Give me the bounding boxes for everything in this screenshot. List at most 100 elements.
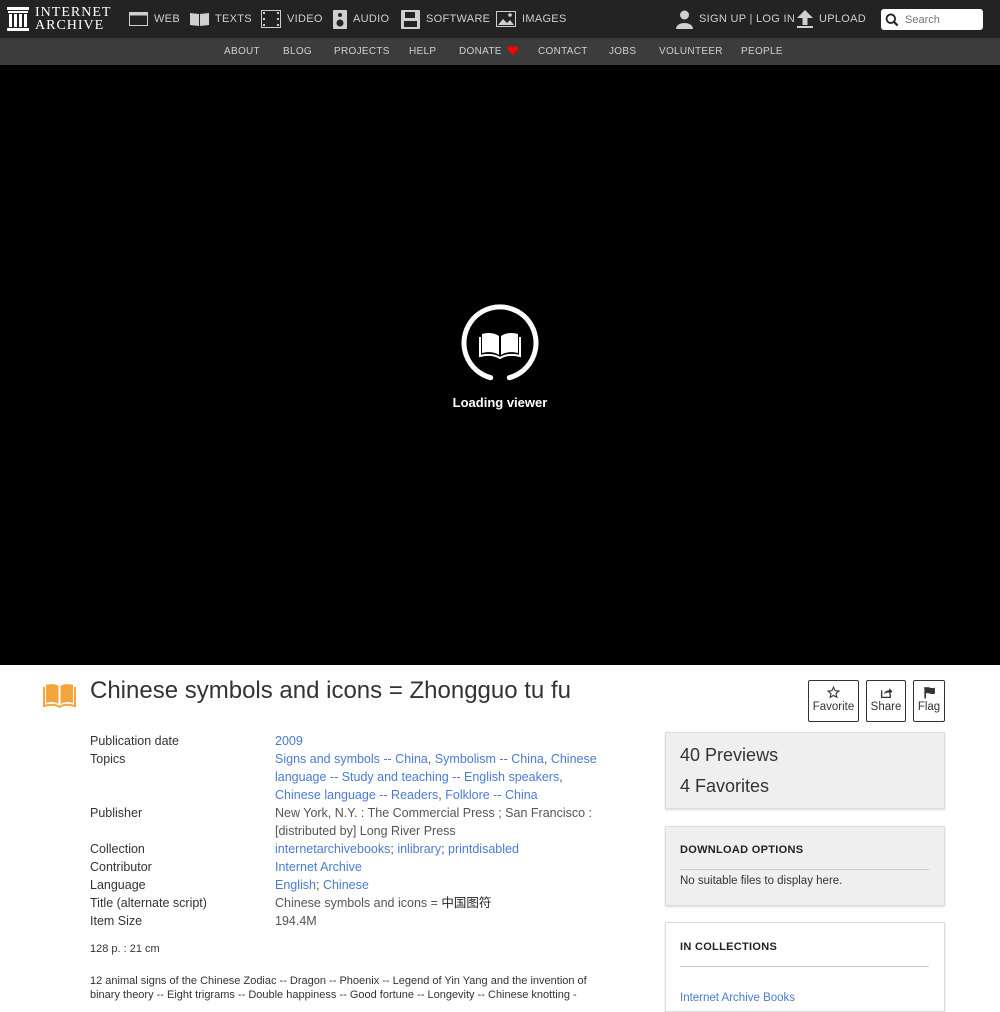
secondary-nav-bar: ABOUT BLOG PROJECTS HELP DONATE CONTACT … — [0, 38, 1000, 65]
search-box[interactable] — [881, 9, 983, 30]
audio-icon — [333, 9, 347, 29]
user-icon — [676, 10, 693, 29]
loading-viewer-text: Loading viewer — [452, 395, 548, 410]
logo-line-2: ARCHIVE — [35, 18, 105, 33]
favorite-button[interactable]: Favorite — [808, 680, 859, 722]
alternate-title-script: 中国图符 — [441, 896, 492, 910]
metadata-row-alternate-title: Title (alternate script) Chinese symbols… — [90, 894, 620, 912]
metadata-table: Publication date 2009 Topics Signs and s… — [90, 732, 620, 930]
texts-mediatype-icon — [43, 684, 76, 708]
stats-card: 40 Previews 4 Favorites — [665, 732, 945, 809]
metadata-row-item-size: Item Size 194.4M — [90, 912, 620, 930]
favorite-label: Favorite — [812, 701, 855, 713]
topic-link[interactable]: Symbolism -- China — [435, 752, 544, 766]
previews-count: 40 — [680, 745, 701, 765]
nav-texts-label: TEXTS — [215, 13, 252, 25]
subnav-contact[interactable]: CONTACT — [538, 38, 588, 65]
metadata-key: Language — [90, 878, 146, 892]
metadata-row-topics: Topics Signs and symbols -- China, Symbo… — [90, 752, 597, 802]
upload-icon — [797, 10, 813, 28]
nav-video[interactable]: VIDEO — [261, 0, 323, 38]
nav-software-label: SOFTWARE — [426, 13, 491, 25]
divider — [680, 869, 929, 870]
metadata-row-contributor: Contributor Internet Archive — [90, 858, 620, 876]
nav-software[interactable]: SOFTWARE — [401, 0, 490, 38]
nav-images-label: IMAGES — [522, 13, 567, 25]
top-nav-bar: INTERNET ARCHIVE WEB TEXTS VIDEO AUDIO S… — [0, 0, 1000, 38]
share-label: Share — [870, 701, 902, 713]
subnav-help[interactable]: HELP — [409, 38, 436, 65]
nav-web[interactable]: WEB — [129, 0, 180, 38]
web-icon — [129, 12, 148, 26]
star-icon — [827, 686, 840, 699]
flag-label: Flag — [917, 701, 941, 713]
upload-link[interactable]: UPLOAD — [797, 0, 866, 38]
metadata-row-publication-date: Publication date 2009 — [90, 732, 620, 750]
metadata-key: Topics — [90, 752, 126, 766]
divider — [680, 966, 929, 967]
subnav-about[interactable]: ABOUT — [224, 38, 260, 65]
nav-web-label: WEB — [154, 13, 180, 25]
loading-spinner-icon — [461, 304, 539, 381]
subnav-blog[interactable]: BLOG — [283, 38, 312, 65]
nav-video-label: VIDEO — [287, 13, 323, 25]
internet-archive-logo[interactable]: INTERNET ARCHIVE — [7, 5, 111, 33]
nav-audio-label: AUDIO — [353, 13, 390, 25]
metadata-key: Title (alternate script) — [90, 896, 207, 910]
software-icon — [401, 9, 420, 29]
heart-icon — [507, 46, 518, 55]
item-size-value: 194.4M — [275, 914, 317, 928]
publisher-value: New York, N.Y. : The Commercial Press ; … — [275, 806, 593, 838]
nav-images[interactable]: IMAGES — [496, 0, 567, 38]
collections-card: IN COLLECTIONS Internet Archive Books — [665, 922, 945, 1012]
language-link[interactable]: Chinese — [323, 878, 369, 892]
download-options-card: DOWNLOAD OPTIONS No suitable files to di… — [665, 826, 945, 906]
signup-login-label: SIGN UP | LOG IN — [699, 13, 796, 25]
subnav-donate[interactable]: DONATE — [459, 38, 518, 65]
metadata-row-language: Language English; Chinese — [90, 878, 369, 892]
previews-stat: 40 Previews — [666, 745, 944, 766]
metadata-key: Publication date — [90, 734, 179, 748]
favorites-stat: 4 Favorites — [666, 776, 944, 797]
collection-link[interactable]: internetarchivebooks — [275, 842, 390, 856]
metadata-key: Publisher — [90, 806, 143, 820]
search-icon — [885, 13, 899, 26]
book-viewer[interactable]: Loading viewer — [0, 65, 1000, 665]
signup-login-link[interactable]: SIGN UP | LOG IN — [676, 0, 795, 38]
images-icon — [496, 11, 516, 27]
metadata-key: Collection — [90, 842, 145, 856]
previews-label: Previews — [705, 745, 779, 765]
nav-audio[interactable]: AUDIO — [333, 0, 389, 38]
collection-item-link[interactable]: Internet Archive Books — [666, 992, 944, 1004]
collection-link[interactable]: inlibrary — [397, 842, 441, 856]
flag-button[interactable]: Flag — [913, 680, 945, 722]
topic-link[interactable]: Folklore -- China — [445, 788, 537, 802]
contributor-link[interactable]: Internet Archive — [275, 860, 362, 874]
in-collections-heading: IN COLLECTIONS — [680, 941, 778, 953]
subnav-people[interactable]: PEOPLE — [741, 38, 783, 65]
topic-link[interactable]: Chinese language -- Readers — [275, 788, 438, 802]
subnav-jobs[interactable]: JOBS — [609, 38, 636, 65]
share-button[interactable]: Share — [866, 680, 906, 722]
collection-link[interactable]: printdisabled — [448, 842, 519, 856]
download-options-heading: DOWNLOAD OPTIONS — [680, 844, 804, 856]
alternate-title-text: Chinese symbols and icons = — [275, 896, 442, 910]
metadata-row-collection: Collection internetarchivebooks; inlibra… — [90, 842, 519, 856]
language-link[interactable]: English — [275, 878, 316, 892]
favorites-count: 4 — [680, 776, 691, 796]
nav-texts[interactable]: TEXTS — [190, 0, 252, 38]
subnav-projects[interactable]: PROJECTS — [334, 38, 390, 65]
upload-label: UPLOAD — [819, 13, 867, 25]
search-input[interactable] — [903, 12, 983, 27]
metadata-key: Item Size — [90, 914, 143, 928]
metadata-row-publisher: Publisher New York, N.Y. : The Commercia… — [90, 804, 620, 840]
download-empty-message: No suitable files to display here. — [680, 875, 843, 887]
share-icon — [880, 688, 892, 699]
item-description: 12 animal signs of the Chinese Zodiac --… — [90, 975, 587, 1001]
subnav-volunteer[interactable]: VOLUNTEER — [659, 38, 723, 65]
topic-link[interactable]: Signs and symbols -- China — [275, 752, 428, 766]
physical-description: 128 p. : 21 cm — [90, 943, 160, 955]
publication-date-link[interactable]: 2009 — [275, 734, 303, 748]
item-title: Chinese symbols and icons = Zhongguo tu … — [90, 677, 571, 704]
metadata-key: Contributor — [90, 860, 152, 874]
